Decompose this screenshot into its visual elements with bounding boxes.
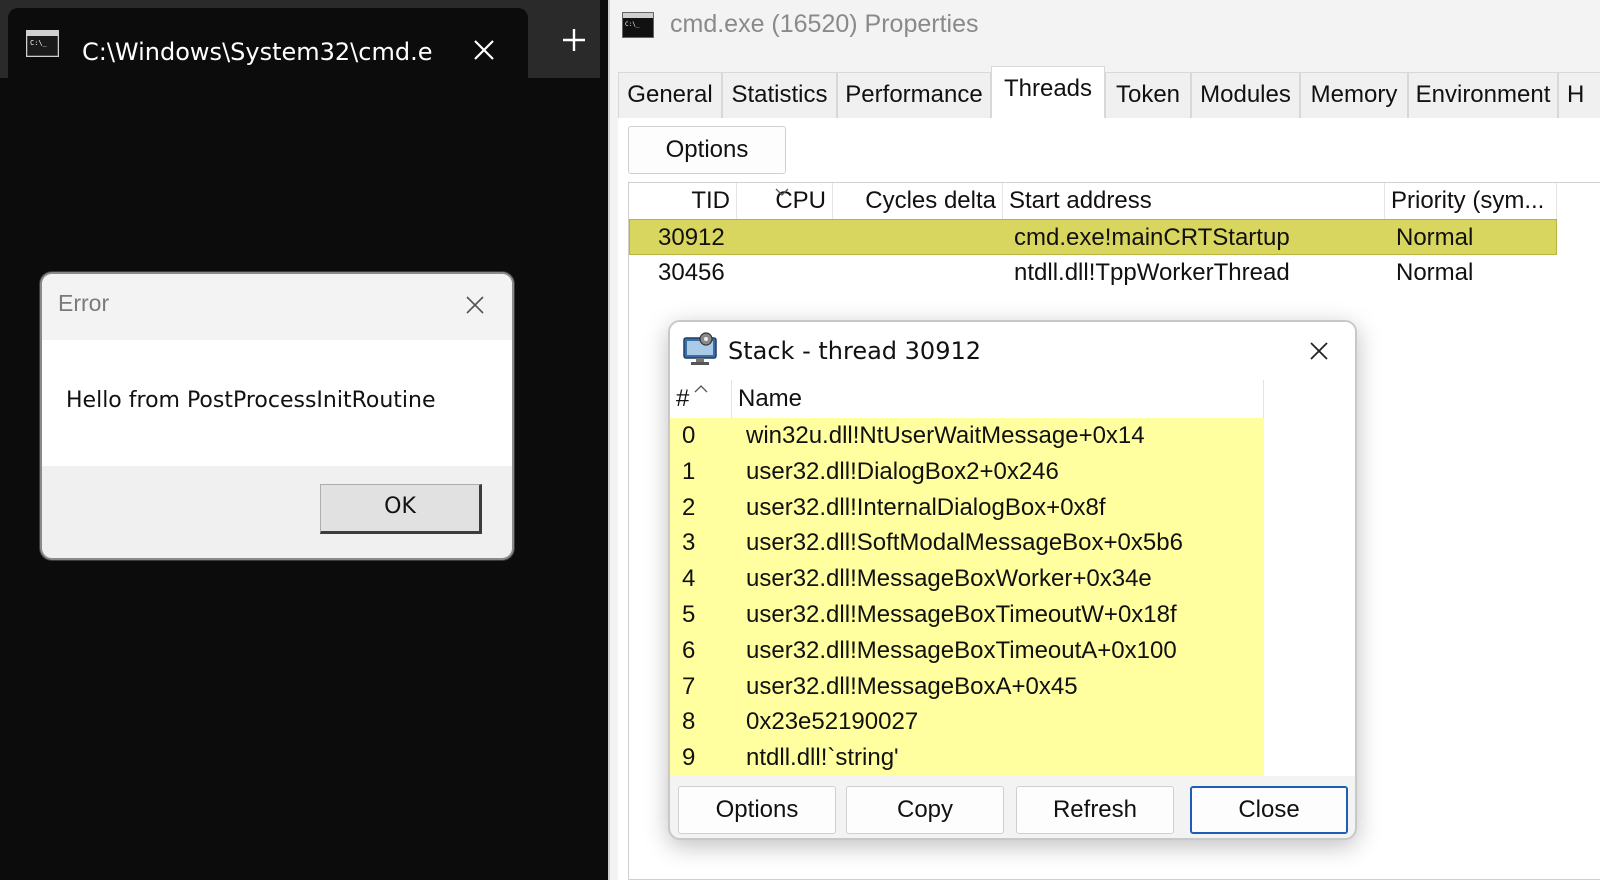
ok-button[interactable]: OK — [320, 484, 482, 534]
tab-threads[interactable]: Threads — [991, 66, 1105, 119]
stack-dialog-title: Stack - thread 30912 — [728, 337, 982, 365]
stack-frame-name: user32.dll!InternalDialogBox+0x8f — [746, 493, 1106, 521]
thread-start-address: cmd.exe!mainCRTStartup — [1014, 224, 1290, 251]
stack-frame-number: 7 — [682, 672, 696, 700]
close-button[interactable]: Close — [1190, 786, 1348, 834]
close-icon[interactable] — [1302, 334, 1336, 368]
stack-frames-list[interactable]: # Name 0 win32u.dll!NtUserWaitMessage+0x1… — [670, 380, 1355, 777]
stack-title-bar: Stack - thread 30912 — [670, 322, 1355, 380]
stack-frame-name: ntdll.dll!`string' — [746, 744, 899, 772]
tab-memory[interactable]: Memory — [1300, 72, 1408, 118]
stack-frame-name: 0x23e52190027 — [746, 708, 919, 736]
stack-frame-row[interactable]: 9 ntdll.dll!`string' — [670, 740, 1264, 777]
tab-strip: General Statistics Performance Threads T… — [618, 66, 1600, 119]
options-button[interactable]: Options — [628, 126, 786, 174]
threads-table-header: TID CPU Cycles delta Start address Prior… — [629, 183, 1600, 219]
refresh-button[interactable]: Refresh — [1016, 786, 1174, 834]
close-icon[interactable] — [466, 32, 502, 68]
tab-token[interactable]: Token — [1105, 72, 1191, 118]
column-header-cycles-delta[interactable]: Cycles delta — [833, 183, 1003, 219]
error-title-bar: Error — [42, 274, 512, 340]
stack-frame-number: 8 — [682, 708, 696, 736]
thread-row[interactable]: 30456 ntdll.dll!TppWorkerThread Normal — [629, 255, 1557, 291]
thread-row[interactable]: 30912 cmd.exe!mainCRTStartup Normal — [629, 219, 1557, 255]
thread-priority: Normal — [1396, 259, 1474, 286]
plus-icon[interactable] — [556, 22, 592, 58]
sort-ascending-icon — [694, 385, 708, 393]
cmd-icon: C:\_ — [622, 12, 654, 38]
tab-general[interactable]: General — [618, 72, 722, 118]
stack-frame-row[interactable]: 8 0x23e52190027 — [670, 704, 1264, 741]
thread-start-address: ntdll.dll!TppWorkerThread — [1014, 259, 1290, 286]
copy-button[interactable]: Copy — [846, 786, 1004, 834]
terminal-tab-bar: C:\_ C:\Windows\System32\cmd.e — [0, 0, 600, 78]
stack-frame-number: 1 — [682, 457, 696, 485]
stack-frame-number: 0 — [682, 422, 696, 449]
stack-frame-row[interactable]: 2 user32.dll!InternalDialogBox+0x8f — [670, 489, 1264, 526]
column-header-priority[interactable]: Priority (sym... — [1385, 183, 1557, 219]
stack-frame-name: user32.dll!SoftModalMessageBox+0x5b6 — [746, 529, 1183, 557]
error-message-box: Error Hello from PostProcessInitRoutine … — [40, 272, 514, 560]
monitor-gear-icon — [683, 332, 717, 365]
stack-frame-row[interactable]: 7 user32.dll!MessageBoxA+0x45 — [670, 668, 1264, 705]
close-icon[interactable] — [458, 288, 492, 322]
tab-statistics[interactable]: Statistics — [722, 72, 837, 118]
terminal-window: C:\_ C:\Windows\System32\cmd.e Error Hel… — [0, 0, 600, 880]
cmd-icon: C:\_ — [26, 30, 59, 57]
stack-frame-name: user32.dll!MessageBoxTimeoutW+0x18f — [746, 601, 1177, 628]
stack-frame-row[interactable]: 5 user32.dll!MessageBoxTimeoutW+0x18f — [670, 597, 1264, 633]
column-header-start-address[interactable]: Start address — [1003, 183, 1385, 219]
error-title: Error — [58, 290, 110, 316]
tab-overflow[interactable]: H — [1558, 72, 1600, 118]
tab-modules[interactable]: Modules — [1191, 72, 1300, 118]
svg-text:C:\_: C:\_ — [625, 21, 640, 28]
stack-frame-row[interactable]: 1 user32.dll!DialogBox2+0x246 — [670, 453, 1264, 490]
stack-frame-row[interactable]: 4 user32.dll!MessageBoxWorker+0x34e — [670, 561, 1264, 598]
options-button[interactable]: Options — [678, 786, 836, 834]
stack-frame-row[interactable]: 6 user32.dll!MessageBoxTimeoutA+0x100 — [670, 632, 1264, 669]
error-message: Hello from PostProcessInitRoutine — [66, 388, 436, 413]
svg-text:C:\_: C:\_ — [30, 39, 48, 47]
stack-list-header: # Name — [670, 380, 1264, 418]
stack-frame-number: 9 — [682, 744, 696, 772]
tab-performance[interactable]: Performance — [837, 72, 991, 118]
column-header-name[interactable]: Name — [732, 380, 1264, 418]
thread-priority: Normal — [1396, 224, 1474, 251]
stack-frame-name: user32.dll!DialogBox2+0x246 — [746, 457, 1059, 485]
stack-frame-number: 5 — [682, 601, 696, 628]
column-header-tid[interactable]: TID — [629, 183, 737, 219]
stack-dialog: Stack - thread 30912 # Name 0 win32u.dll!… — [668, 320, 1357, 840]
sort-descending-icon — [775, 188, 789, 196]
thread-tid: 30912 — [658, 224, 725, 251]
error-body: Hello from PostProcessInitRoutine — [42, 340, 512, 466]
stack-frame-number: 4 — [682, 565, 696, 593]
window-title: cmd.exe (16520) Properties — [670, 10, 979, 38]
stack-frame-name: user32.dll!MessageBoxWorker+0x34e — [746, 565, 1152, 593]
stack-frame-number: 3 — [682, 529, 696, 557]
stack-frame-number: 6 — [682, 636, 696, 664]
stack-frame-name: user32.dll!MessageBoxTimeoutA+0x100 — [746, 636, 1177, 664]
stack-frame-number: 2 — [682, 493, 696, 521]
stack-frame-name: win32u.dll!NtUserWaitMessage+0x14 — [746, 422, 1145, 449]
stack-frame-name: user32.dll!MessageBoxA+0x45 — [746, 672, 1078, 700]
terminal-tab[interactable]: C:\_ C:\Windows\System32\cmd.e — [8, 8, 528, 78]
thread-tid: 30456 — [658, 259, 725, 286]
stack-frame-row[interactable]: 0 win32u.dll!NtUserWaitMessage+0x14 — [670, 418, 1264, 454]
terminal-tab-title: C:\Windows\System32\cmd.e — [82, 38, 433, 66]
tab-environment[interactable]: Environment — [1408, 72, 1558, 118]
stack-frame-row[interactable]: 3 user32.dll!SoftModalMessageBox+0x5b6 — [670, 525, 1264, 562]
